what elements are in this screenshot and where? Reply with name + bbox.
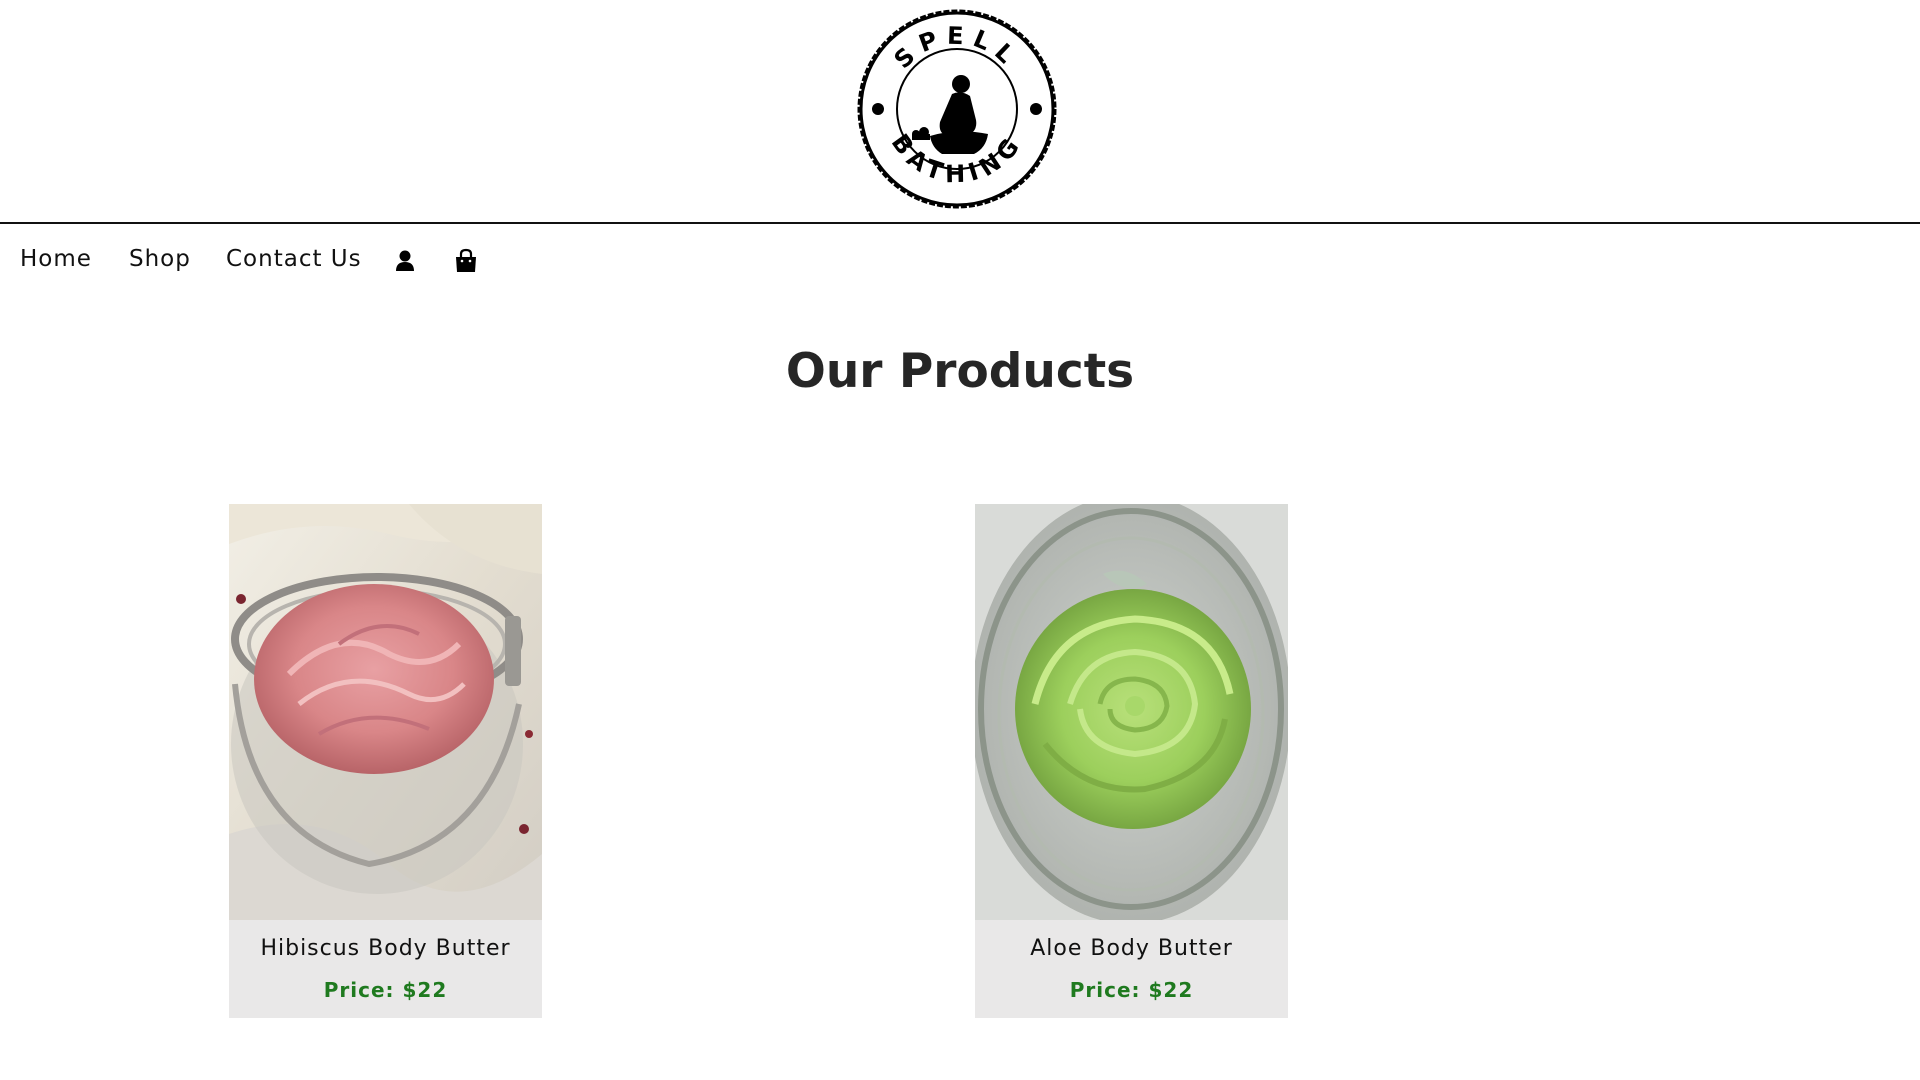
product-name[interactable]: Aloe Body Butter	[975, 936, 1288, 961]
decorative-edge-marks	[0, 310, 4, 346]
shopping-bag-icon	[456, 248, 476, 272]
product-image[interactable]	[975, 504, 1288, 920]
main-nav: Home Shop Contact Us	[0, 224, 1920, 298]
nav-shop-link[interactable]: Shop	[129, 246, 191, 272]
product-card[interactable]: Hibiscus Body Butter Price: $22	[229, 504, 542, 1018]
product-price: Price: $22	[229, 978, 542, 1002]
product-price: Price: $22	[975, 978, 1288, 1002]
brand-logo[interactable]: SPELL BATHING	[856, 8, 1058, 210]
nav-contact-link[interactable]: Contact Us	[226, 246, 362, 272]
nav-home-link[interactable]: Home	[20, 246, 92, 272]
cart-button[interactable]	[453, 248, 479, 274]
product-image[interactable]	[229, 504, 542, 920]
product-card[interactable]: Aloe Body Butter Price: $22	[975, 504, 1288, 1018]
site-header: SPELL BATHING	[0, 0, 1920, 224]
product-name[interactable]: Hibiscus Body Butter	[229, 936, 542, 961]
page-title: Our Products	[785, 344, 1135, 399]
hibiscus-body-butter-image	[229, 504, 542, 920]
page: SPELL BATHING Home Shop Contact Us Our P…	[0, 0, 1920, 1080]
user-icon	[396, 250, 414, 271]
logo-emblem-icon: SPELL BATHING	[857, 9, 1057, 209]
price-value: $22	[1148, 978, 1194, 1002]
aloe-body-butter-image	[975, 504, 1288, 920]
price-value: $22	[402, 978, 448, 1002]
account-button[interactable]	[392, 248, 418, 274]
price-label: Price:	[1069, 978, 1141, 1002]
price-label: Price:	[323, 978, 395, 1002]
